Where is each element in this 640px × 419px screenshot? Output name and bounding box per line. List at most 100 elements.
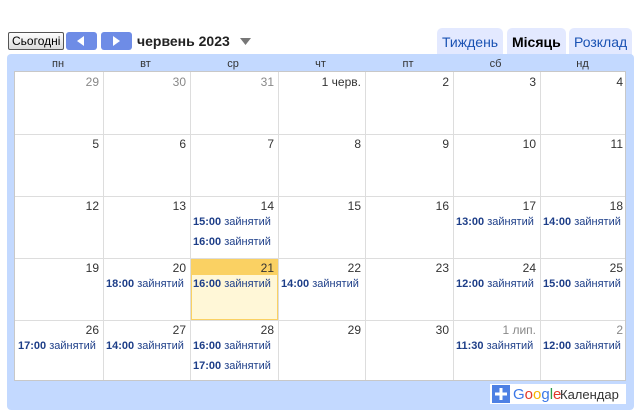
day-number[interactable]: 22 <box>278 261 361 275</box>
event-title: зайнятий <box>221 278 271 290</box>
event-title: зайнятий <box>571 216 621 228</box>
day-number[interactable]: 24 <box>453 261 536 275</box>
weekday-label: вт <box>140 58 151 70</box>
day-number[interactable]: 8 <box>278 137 361 151</box>
event-time: 14:00 <box>281 278 310 290</box>
event-title: зайнятий <box>221 360 271 372</box>
event-chip[interactable]: 16:00 зайнятий <box>193 340 277 352</box>
grid-row-divider <box>15 134 625 135</box>
tab-week[interactable]: Тиждень <box>437 28 504 56</box>
day-number[interactable]: 16 <box>365 199 449 213</box>
event-chip[interactable]: 18:00 зайнятий <box>106 278 189 290</box>
grid-row-divider <box>15 196 625 197</box>
event-time: 14:00 <box>106 340 135 352</box>
plus-icon <box>492 385 510 403</box>
day-number[interactable]: 28 <box>190 323 274 337</box>
day-number[interactable]: 12 <box>15 199 99 213</box>
event-time: 12:00 <box>543 340 572 352</box>
event-time: 15:00 <box>193 216 222 228</box>
today-button[interactable]: Сьогодні <box>8 32 65 50</box>
day-number[interactable]: 25 <box>540 261 623 275</box>
day-number[interactable]: 26 <box>15 323 99 337</box>
day-number[interactable]: 4 <box>540 75 623 89</box>
event-title: зайнятий <box>221 216 271 228</box>
weekday-label: сб <box>489 58 502 70</box>
event-chip[interactable]: 14:00 зайнятий <box>106 340 189 352</box>
weekday-label: пт <box>402 58 414 70</box>
event-chip[interactable]: 11:30 зайнятий <box>456 340 539 352</box>
event-title: зайнятий <box>134 278 184 290</box>
event-title: зайнятий <box>221 236 271 248</box>
day-number[interactable]: 27 <box>103 323 186 337</box>
chevron-right-icon <box>113 36 120 46</box>
day-number[interactable]: 20 <box>103 261 186 275</box>
event-title: зайнятий <box>484 278 534 290</box>
day-number[interactable]: 23 <box>365 261 449 275</box>
event-time: 17:00 <box>193 360 222 372</box>
event-time: 16:00 <box>193 340 222 352</box>
day-number[interactable]: 2 <box>365 75 449 89</box>
event-title: зайнятий <box>483 340 534 352</box>
event-title: зайнятий <box>484 216 534 228</box>
event-title: зайнятий <box>309 278 359 290</box>
day-number[interactable]: 30 <box>365 323 449 337</box>
event-chip[interactable]: 17:00 зайнятий <box>193 360 277 372</box>
grid-row-divider <box>15 258 625 259</box>
event-title: зайнятий <box>571 278 621 290</box>
day-number[interactable]: 6 <box>103 137 186 151</box>
tab-agenda[interactable]: Розклад <box>569 28 633 56</box>
event-chip[interactable]: 13:00 зайнятий <box>456 216 539 228</box>
event-title: зайнятий <box>46 340 96 352</box>
event-time: 16:00 <box>193 236 222 248</box>
day-number[interactable]: 17 <box>453 199 536 213</box>
day-number[interactable]: 1 черв. <box>278 75 361 89</box>
grid-row-divider <box>15 320 625 321</box>
day-number[interactable]: 11 <box>540 137 623 151</box>
event-chip[interactable]: 15:00 зайнятий <box>193 216 277 228</box>
weekday-label: пн <box>51 58 65 70</box>
weekday-header: пн вт ср чт пт сб нд <box>8 57 632 71</box>
day-number[interactable]: 14 <box>190 199 274 213</box>
event-chip[interactable]: 12:00 зайнятий <box>456 278 539 290</box>
event-title: зайнятий <box>221 340 271 352</box>
day-number[interactable]: 2 <box>540 323 623 337</box>
day-number[interactable]: 18 <box>540 199 623 213</box>
day-number[interactable]: 10 <box>453 137 536 151</box>
event-chip[interactable]: 15:00 зайнятий <box>543 278 626 290</box>
event-chip[interactable]: 16:00 зайнятий <box>193 236 277 248</box>
event-time: 15:00 <box>543 278 572 290</box>
next-period-button[interactable] <box>101 32 132 50</box>
previous-period-button[interactable] <box>66 32 97 50</box>
calendar-product-label: Календар <box>560 387 619 402</box>
tab-month[interactable]: Місяць <box>507 28 566 56</box>
event-chip[interactable]: 14:00 зайнятий <box>281 278 364 290</box>
event-chip[interactable]: 17:00 зайнятий <box>18 340 102 352</box>
calendar-toolbar: Сьогодні червень 2023 Тиждень Місяць Роз… <box>0 26 640 56</box>
chevron-down-icon[interactable] <box>240 38 251 45</box>
event-time: 17:00 <box>18 340 47 352</box>
event-title: зайнятий <box>571 340 621 352</box>
day-number[interactable]: 29 <box>15 75 99 89</box>
google-logo: Google <box>513 386 562 403</box>
chevron-left-icon <box>77 36 84 46</box>
event-time: 13:00 <box>456 216 485 228</box>
month-grid: 29 30 31 1 черв. 2 3 4 5 6 7 8 9 10 11 12 13 14 15:00 зай… <box>14 71 626 381</box>
day-number[interactable]: 21 <box>190 261 274 275</box>
day-number[interactable]: 30 <box>103 75 186 89</box>
google-calendar-badge[interactable]: Google Календар <box>489 383 627 405</box>
day-number[interactable]: 3 <box>453 75 536 89</box>
day-number[interactable]: 5 <box>15 137 99 151</box>
day-number[interactable]: 13 <box>103 199 186 213</box>
day-number[interactable]: 19 <box>15 261 99 275</box>
day-number[interactable]: 1 лип. <box>453 323 536 337</box>
event-time: 18:00 <box>106 278 135 290</box>
day-number[interactable]: 29 <box>278 323 361 337</box>
event-chip[interactable]: 16:00 зайнятий <box>193 278 277 290</box>
day-number[interactable]: 7 <box>190 137 274 151</box>
day-number[interactable]: 15 <box>278 199 361 213</box>
day-number[interactable]: 9 <box>365 137 449 151</box>
day-number[interactable]: 31 <box>190 75 274 89</box>
event-chip[interactable]: 14:00 зайнятий <box>543 216 626 228</box>
current-period-label[interactable]: червень 2023 <box>137 33 230 49</box>
event-chip[interactable]: 12:00 зайнятий <box>543 340 626 352</box>
